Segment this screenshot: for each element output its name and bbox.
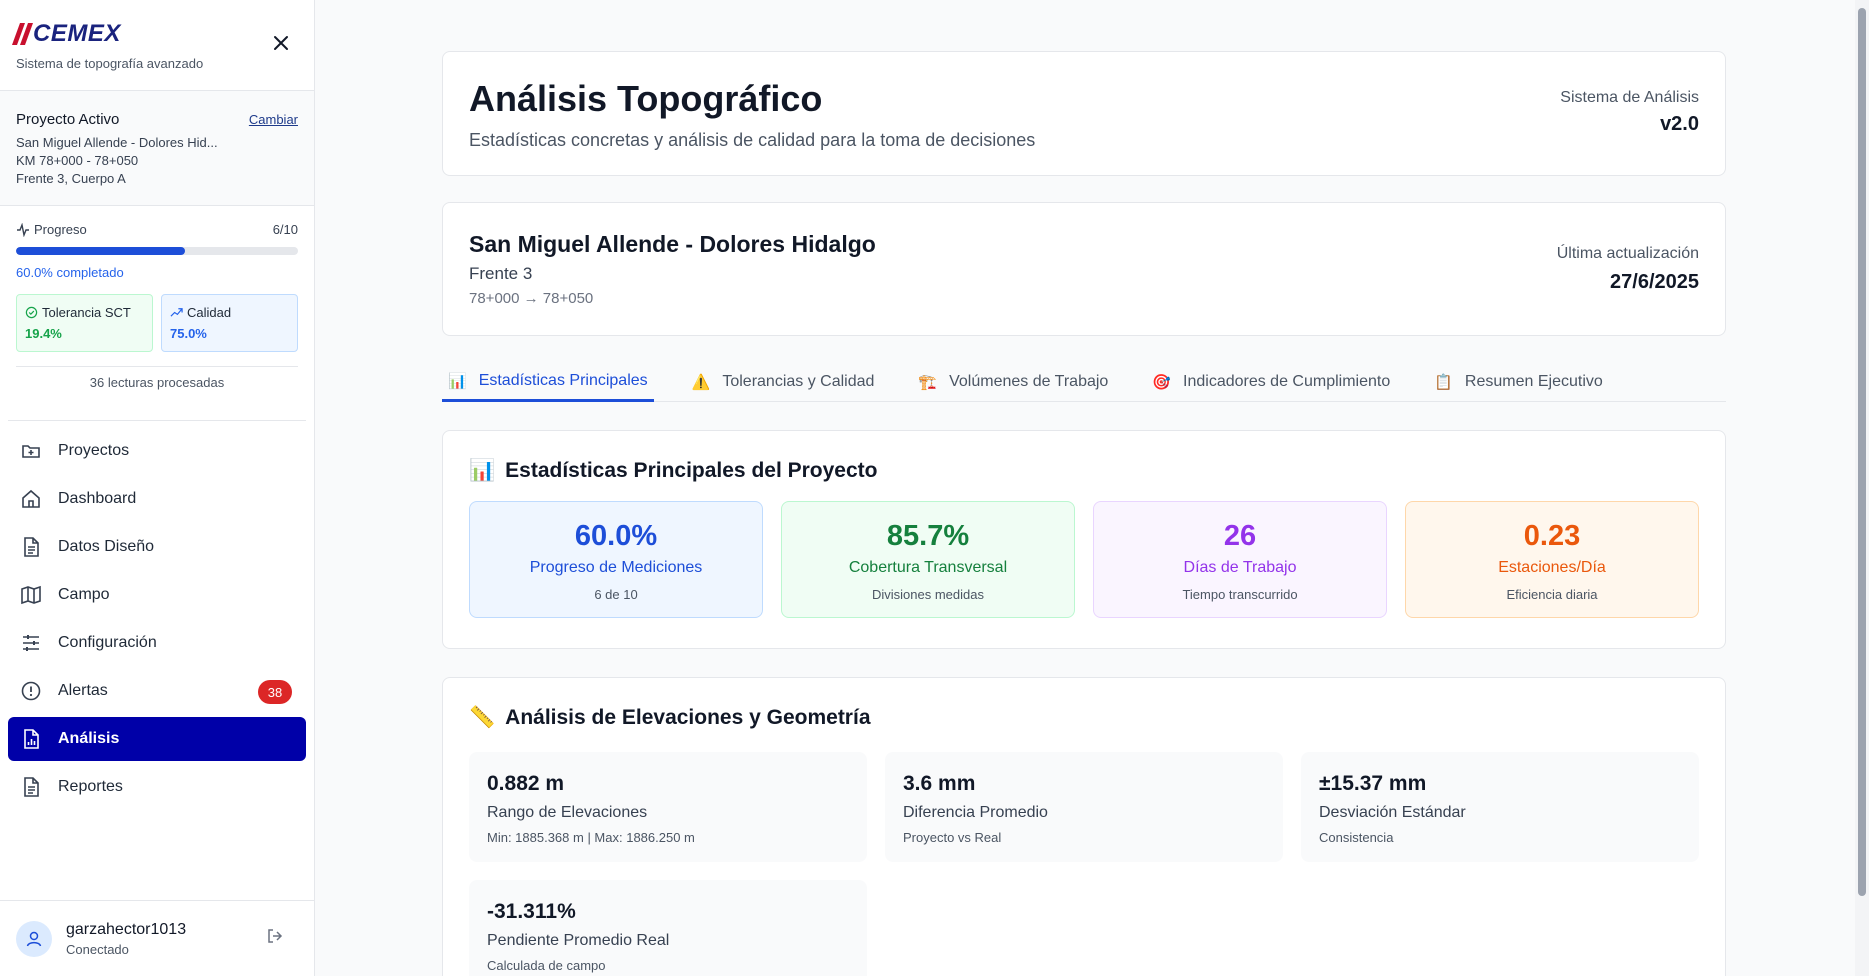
activity-icon <box>17 222 29 237</box>
active-project-title: Proyecto Activo <box>16 111 120 128</box>
user-status: Conectado <box>66 941 129 957</box>
page-header: Análisis Topográfico Estadísticas concre… <box>442 51 1726 176</box>
readings-count: 36 lecturas procesadas <box>16 366 298 390</box>
stat-card-work-days: 26 Días de Trabajo Tiempo transcurrido <box>1093 501 1387 618</box>
logout-icon[interactable] <box>266 927 284 950</box>
alerts-badge: 38 <box>258 680 292 704</box>
progress-bar <box>16 247 298 255</box>
home-icon <box>20 488 42 510</box>
quality-value: 75.0% <box>170 326 207 341</box>
cemex-logo: CEMEX <box>11 20 203 48</box>
clipboard-icon: 📋 <box>1434 374 1453 391</box>
last-update-date: 27/6/2025 <box>1610 271 1699 293</box>
nav-item-alertas[interactable]: Alertas 38 <box>8 669 306 713</box>
progress-label: Progreso <box>34 222 87 237</box>
chart-file-icon <box>20 728 42 750</box>
sidebar: CEMEX Sistema de topografía avanzado Pro… <box>0 0 315 976</box>
active-project-name: San Miguel Allende - Dolores Hid... <box>16 135 218 150</box>
bar-chart-icon: 📊 <box>448 372 467 390</box>
nav-item-configuracion[interactable]: Configuración <box>8 621 306 665</box>
tab-resumen-ejecutivo[interactable]: 📋 Resumen Ejecutivo <box>1428 362 1609 402</box>
project-range: 78+000 → 78+050 <box>469 290 594 307</box>
section-title: Estadísticas Principales del Proyecto <box>505 459 878 482</box>
stat-card-stations-per-day: 0.23 Estaciones/Día Eficiencia diaria <box>1405 501 1699 618</box>
system-version: v2.0 <box>1660 113 1699 135</box>
nav-item-reportes[interactable]: Reportes <box>8 765 306 809</box>
close-icon[interactable] <box>270 32 292 54</box>
elevation-range-card: 0.882 m Rango de Elevaciones Min: 1885.3… <box>469 752 867 862</box>
avatar <box>16 920 52 957</box>
active-project-panel: Proyecto Activo Cambiar San Miguel Allen… <box>0 90 314 206</box>
quality-card: Calidad 75.0% <box>161 294 298 352</box>
user-panel: garzahector1013 Conectado <box>0 900 314 976</box>
nav-item-datos-diseno[interactable]: Datos Diseño <box>8 525 306 569</box>
logo-mark-icon <box>11 23 34 45</box>
tab-tolerancias-calidad[interactable]: ⚠️ Tolerancias y Calidad <box>686 362 881 402</box>
progress-bar-fill <box>16 247 186 255</box>
check-circle-icon <box>25 306 38 319</box>
target-icon: 🎯 <box>1152 374 1172 391</box>
tab-indicadores-cumplimiento[interactable]: 🎯 Indicadores de Cumplimiento <box>1146 362 1396 402</box>
last-update-label: Última actualización <box>1556 245 1699 262</box>
tab-volumenes-trabajo[interactable]: 🏗️ Volúmenes de Trabajo <box>912 362 1114 402</box>
nav-item-campo[interactable]: Campo <box>8 573 306 617</box>
folder-plus-icon <box>20 440 42 462</box>
tolerance-card: Tolerancia SCT 19.4% <box>16 294 153 352</box>
page-subtitle: Estadísticas concretas y análisis de cal… <box>469 130 1036 150</box>
alert-circle-icon <box>20 680 42 702</box>
analysis-tabs: 📊 Estadísticas Principales ⚠️ Tolerancia… <box>442 362 1726 402</box>
tolerance-value: 19.4% <box>25 326 62 341</box>
section-title: Análisis de Elevaciones y Geometría <box>505 706 871 729</box>
project-front: Frente 3 <box>469 264 533 283</box>
project-card: San Miguel Allende - Dolores Hidalgo Fre… <box>442 202 1726 336</box>
progress-percent: 60.0% completado <box>16 265 124 280</box>
main-content: Análisis Topográfico Estadísticas concre… <box>442 51 1726 976</box>
project-name: San Miguel Allende - Dolores Hidalgo <box>469 231 876 257</box>
page-title: Análisis Topográfico <box>469 78 823 119</box>
user-icon <box>26 931 42 946</box>
page-scrollbar[interactable] <box>1855 0 1869 976</box>
progress-count: 6/10 <box>272 222 298 237</box>
document-icon <box>20 776 42 798</box>
ruler-icon: 📏 <box>469 706 496 729</box>
scrollbar-thumb[interactable] <box>1858 8 1866 896</box>
tab-estadisticas-principales[interactable]: 📊 Estadísticas Principales <box>442 362 654 402</box>
sliders-icon <box>20 632 42 654</box>
document-icon <box>20 536 42 558</box>
active-project-front: Frente 3, Cuerpo A <box>16 171 126 186</box>
active-project-km: KM 78+000 - 78+050 <box>16 153 139 168</box>
stat-card-progress: 60.0% Progreso de Mediciones 6 de 10 <box>469 501 763 618</box>
nav-item-proyectos[interactable]: Proyectos <box>8 429 306 473</box>
nav-item-analisis[interactable]: Análisis <box>8 717 306 761</box>
change-project-link[interactable]: Cambiar <box>249 112 298 127</box>
elevation-section: 📏 Análisis de Elevaciones y Geometría 0.… <box>442 677 1726 976</box>
warning-icon: ⚠️ <box>691 374 711 391</box>
bar-chart-icon: 📊 <box>469 459 496 482</box>
user-name: garzahector1013 <box>66 920 187 938</box>
main-stats-section: 📊 Estadísticas Principales del Proyecto … <box>442 430 1726 649</box>
map-icon <box>20 584 42 606</box>
average-slope-card: -31.311% Pendiente Promedio Real Calcula… <box>469 880 867 976</box>
progress-panel: Progreso 6/10 60.0% completado Toleranci… <box>16 222 298 390</box>
average-difference-card: 3.6 mm Diferencia Promedio Proyecto vs R… <box>885 752 1283 862</box>
main-nav: Proyectos Dashboard Datos Diseño Campo C… <box>8 420 306 813</box>
trending-up-icon <box>170 308 183 317</box>
nav-item-dashboard[interactable]: Dashboard <box>8 477 306 521</box>
brand-subtitle: Sistema de topografía avanzado <box>16 56 204 71</box>
brand: CEMEX Sistema de topografía avanzado <box>11 20 204 80</box>
stat-card-coverage: 85.7% Cobertura Transversal Divisiones m… <box>781 501 1075 618</box>
std-deviation-card: ±15.37 mm Desviación Estándar Consistenc… <box>1301 752 1699 862</box>
system-label: Sistema de Análisis <box>1560 89 1699 106</box>
construction-icon: 🏗️ <box>918 374 938 391</box>
